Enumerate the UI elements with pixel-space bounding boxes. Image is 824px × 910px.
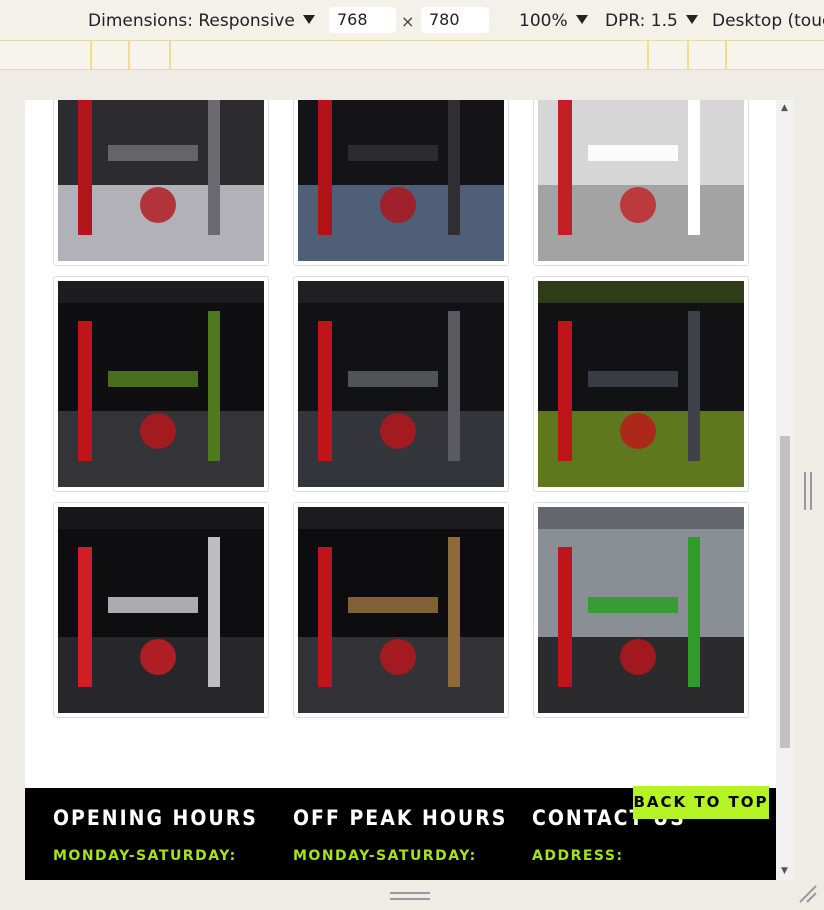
gallery-thumbnail[interactable]: [293, 276, 509, 492]
benches-racks-photo: [298, 281, 504, 487]
cable-machine-photo: [538, 100, 744, 261]
back-to-top-button[interactable]: BACK TO TOP: [633, 786, 769, 819]
times-icon: ×: [401, 12, 415, 31]
scroll-down-arrow-icon[interactable]: ▼: [781, 866, 788, 876]
gallery-thumbnail[interactable]: [293, 502, 509, 718]
media-query-marker[interactable]: [90, 41, 92, 70]
footer-heading: OPENING HOURS: [53, 806, 258, 830]
zoom-label: 100%: [519, 11, 568, 31]
dpr-label: DPR: 1.5: [605, 11, 678, 31]
turf-area-photo: [538, 281, 744, 487]
dpr-dropdown[interactable]: DPR: 1.5: [605, 9, 698, 33]
footer-subheading: MONDAY-SATURDAY:: [293, 848, 477, 864]
punch-bag-photo: [58, 507, 264, 713]
rack-upright-photo: [298, 507, 504, 713]
emulated-viewport: OPENING HOURS MONDAY-SATURDAY: OFF PEAK …: [25, 100, 776, 880]
device-mode-label: Desktop (touc: [712, 11, 824, 31]
site-footer: OPENING HOURS MONDAY-SATURDAY: OFF PEAK …: [25, 786, 776, 880]
footer-column-off-peak-hours: OFF PEAK HOURS MONDAY-SATURDAY:: [293, 806, 507, 864]
footer-subheading: ADDRESS:: [532, 848, 624, 864]
gallery-thumbnail[interactable]: [53, 100, 269, 266]
footer-subheading: MONDAY-SATURDAY:: [53, 848, 237, 864]
gallery-thumbnail[interactable]: [533, 276, 749, 492]
dumbbell-rack-photo: [58, 100, 264, 261]
footer-heading: OFF PEAK HOURS: [293, 806, 508, 830]
media-query-marker[interactable]: [169, 41, 171, 70]
width-input[interactable]: 768: [329, 7, 396, 33]
dimensions-dropdown[interactable]: Dimensions: Responsive: [88, 9, 315, 33]
gallery-thumbnail[interactable]: [53, 502, 269, 718]
footer-column-opening-hours: OPENING HOURS MONDAY-SATURDAY:: [53, 806, 258, 864]
media-query-marker[interactable]: [725, 41, 727, 70]
media-query-marker[interactable]: [687, 41, 689, 70]
gallery-thumbnail[interactable]: [293, 100, 509, 266]
bottom-resize-handle[interactable]: [390, 892, 430, 904]
zoom-dropdown[interactable]: 100%: [519, 9, 588, 33]
scrollbar-thumb[interactable]: [780, 436, 790, 748]
corner-resize-icon[interactable]: [798, 884, 818, 904]
viewport-scrollbar[interactable]: ▲ ▼: [776, 100, 794, 880]
gallery-thumbnail[interactable]: [53, 276, 269, 492]
cross-trainer-photo: [298, 100, 504, 261]
device-toolbar: Dimensions: Responsive 768 × 780 100% DP…: [0, 0, 824, 40]
gallery-thumbnail[interactable]: [533, 100, 749, 266]
gym-floor-machines-photo: [58, 281, 264, 487]
device-mode-dropdown[interactable]: Desktop (touc: [712, 9, 824, 33]
media-query-marker[interactable]: [647, 41, 649, 70]
media-query-marker[interactable]: [128, 41, 130, 70]
weight-plates-photo: [538, 507, 744, 713]
media-query-bar[interactable]: [0, 40, 824, 70]
height-input[interactable]: 780: [421, 7, 489, 33]
chevron-down-icon: [302, 15, 315, 24]
scroll-up-arrow-icon[interactable]: ▲: [781, 103, 788, 113]
right-resize-handle[interactable]: [804, 472, 814, 510]
chevron-down-icon: [575, 15, 588, 24]
chevron-down-icon: [685, 15, 698, 24]
gallery-thumbnail[interactable]: [533, 502, 749, 718]
dimensions-label: Dimensions: Responsive: [88, 11, 295, 31]
